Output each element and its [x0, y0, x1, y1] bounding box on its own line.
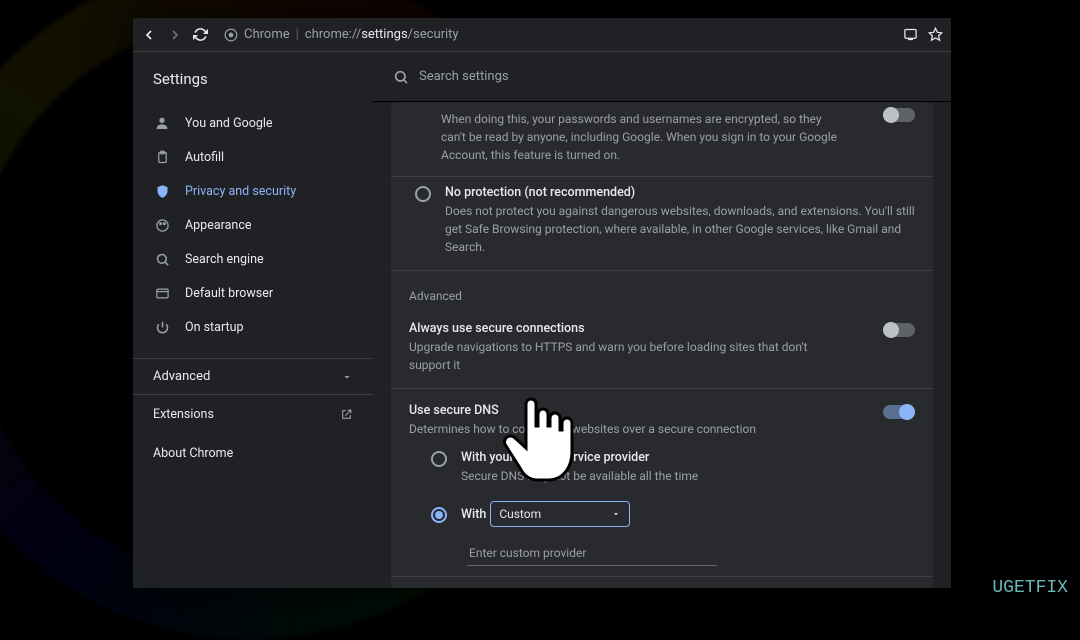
chevron-down-icon	[611, 509, 621, 519]
dns-current-provider-title: With your current service provider	[461, 450, 825, 465]
sidebar-item-label: On startup	[185, 320, 243, 335]
dns-current-provider-desc: Secure DNS may not be available all the …	[461, 467, 825, 485]
no-protection-desc: Does not protect you against dangerous w…	[445, 202, 915, 256]
url-browser-label: Chrome	[244, 27, 290, 42]
sidebar-item-label: Appearance	[185, 218, 252, 233]
enhanced-protection-toggle[interactable]	[883, 108, 915, 122]
sidebar-item-default-browser[interactable]: Default browser	[133, 276, 373, 310]
secure-dns-title: Use secure DNS	[409, 403, 843, 418]
sidebar-item-label: Autofill	[185, 150, 224, 165]
sidebar-item-you-and-google[interactable]: You and Google	[133, 106, 373, 140]
dns-custom-provider-input[interactable]	[467, 541, 717, 566]
sidebar-item-search-engine[interactable]: Search engine	[133, 242, 373, 276]
star-icon[interactable]	[928, 27, 943, 42]
browser-toolbar: Chrome | chrome://settings/security	[133, 18, 951, 52]
sidebar-advanced-toggle[interactable]: Advanced	[133, 358, 373, 395]
no-protection-title: No protection (not recommended)	[445, 185, 915, 200]
settings-title: Settings	[133, 58, 373, 100]
watermark: UGETFIX	[992, 578, 1068, 598]
sidebar-about-link[interactable]: About Chrome	[133, 434, 373, 473]
chevron-down-icon	[341, 371, 353, 383]
secure-connections-toggle[interactable]	[883, 323, 915, 337]
person-icon	[153, 114, 171, 132]
reload-button[interactable]	[193, 27, 208, 42]
sidebar-item-label: Search engine	[185, 252, 264, 267]
browser-window: Chrome | chrome://settings/security Sett…	[133, 18, 951, 588]
sidebar-item-on-startup[interactable]: On startup	[133, 310, 373, 344]
sidebar-item-appearance[interactable]: Appearance	[133, 208, 373, 242]
secure-dns-toggle[interactable]	[883, 405, 915, 419]
sidebar-item-autofill[interactable]: Autofill	[133, 140, 373, 174]
window-icon	[153, 284, 171, 302]
search-icon	[393, 69, 409, 85]
sidebar-item-label: Default browser	[185, 286, 273, 301]
share-icon[interactable]	[903, 27, 918, 42]
settings-search-input[interactable]: Search settings	[393, 69, 931, 85]
dns-current-provider-radio[interactable]	[431, 451, 447, 467]
dns-provider-dropdown[interactable]: Custom	[490, 501, 630, 527]
settings-sidebar: Settings You and Google Autofill Privacy…	[133, 52, 373, 588]
power-icon	[153, 318, 171, 336]
sidebar-extensions-link[interactable]: Extensions	[133, 395, 373, 434]
dns-with-label: With	[461, 507, 486, 522]
sidebar-item-label: Privacy and security	[185, 184, 296, 199]
address-bar[interactable]: Chrome | chrome://settings/security	[224, 27, 459, 42]
advanced-section-label: Advanced	[391, 271, 933, 307]
palette-icon	[153, 216, 171, 234]
external-link-icon	[340, 408, 353, 421]
chrome-icon	[224, 28, 238, 42]
back-button[interactable]	[141, 27, 157, 43]
dns-provider-value: Custom	[499, 507, 541, 521]
shield-icon	[153, 182, 171, 200]
no-protection-radio[interactable]	[415, 186, 431, 202]
search-placeholder: Search settings	[419, 69, 509, 84]
secure-connections-desc: Upgrade navigations to HTTPS and warn yo…	[409, 338, 843, 374]
secure-connections-title: Always use secure connections	[409, 321, 843, 336]
forward-button[interactable]	[167, 27, 183, 43]
dns-with-radio[interactable]	[431, 507, 447, 523]
clipboard-icon	[153, 148, 171, 166]
search-icon	[153, 250, 171, 268]
settings-main: Search settings When doing this, your pa…	[373, 52, 951, 588]
sidebar-item-privacy-security[interactable]: Privacy and security	[133, 174, 373, 208]
secure-dns-desc: Determines how to connect to websites ov…	[409, 420, 843, 438]
encryption-description: When doing this, your passwords and user…	[441, 110, 843, 164]
sidebar-item-label: You and Google	[185, 116, 273, 131]
